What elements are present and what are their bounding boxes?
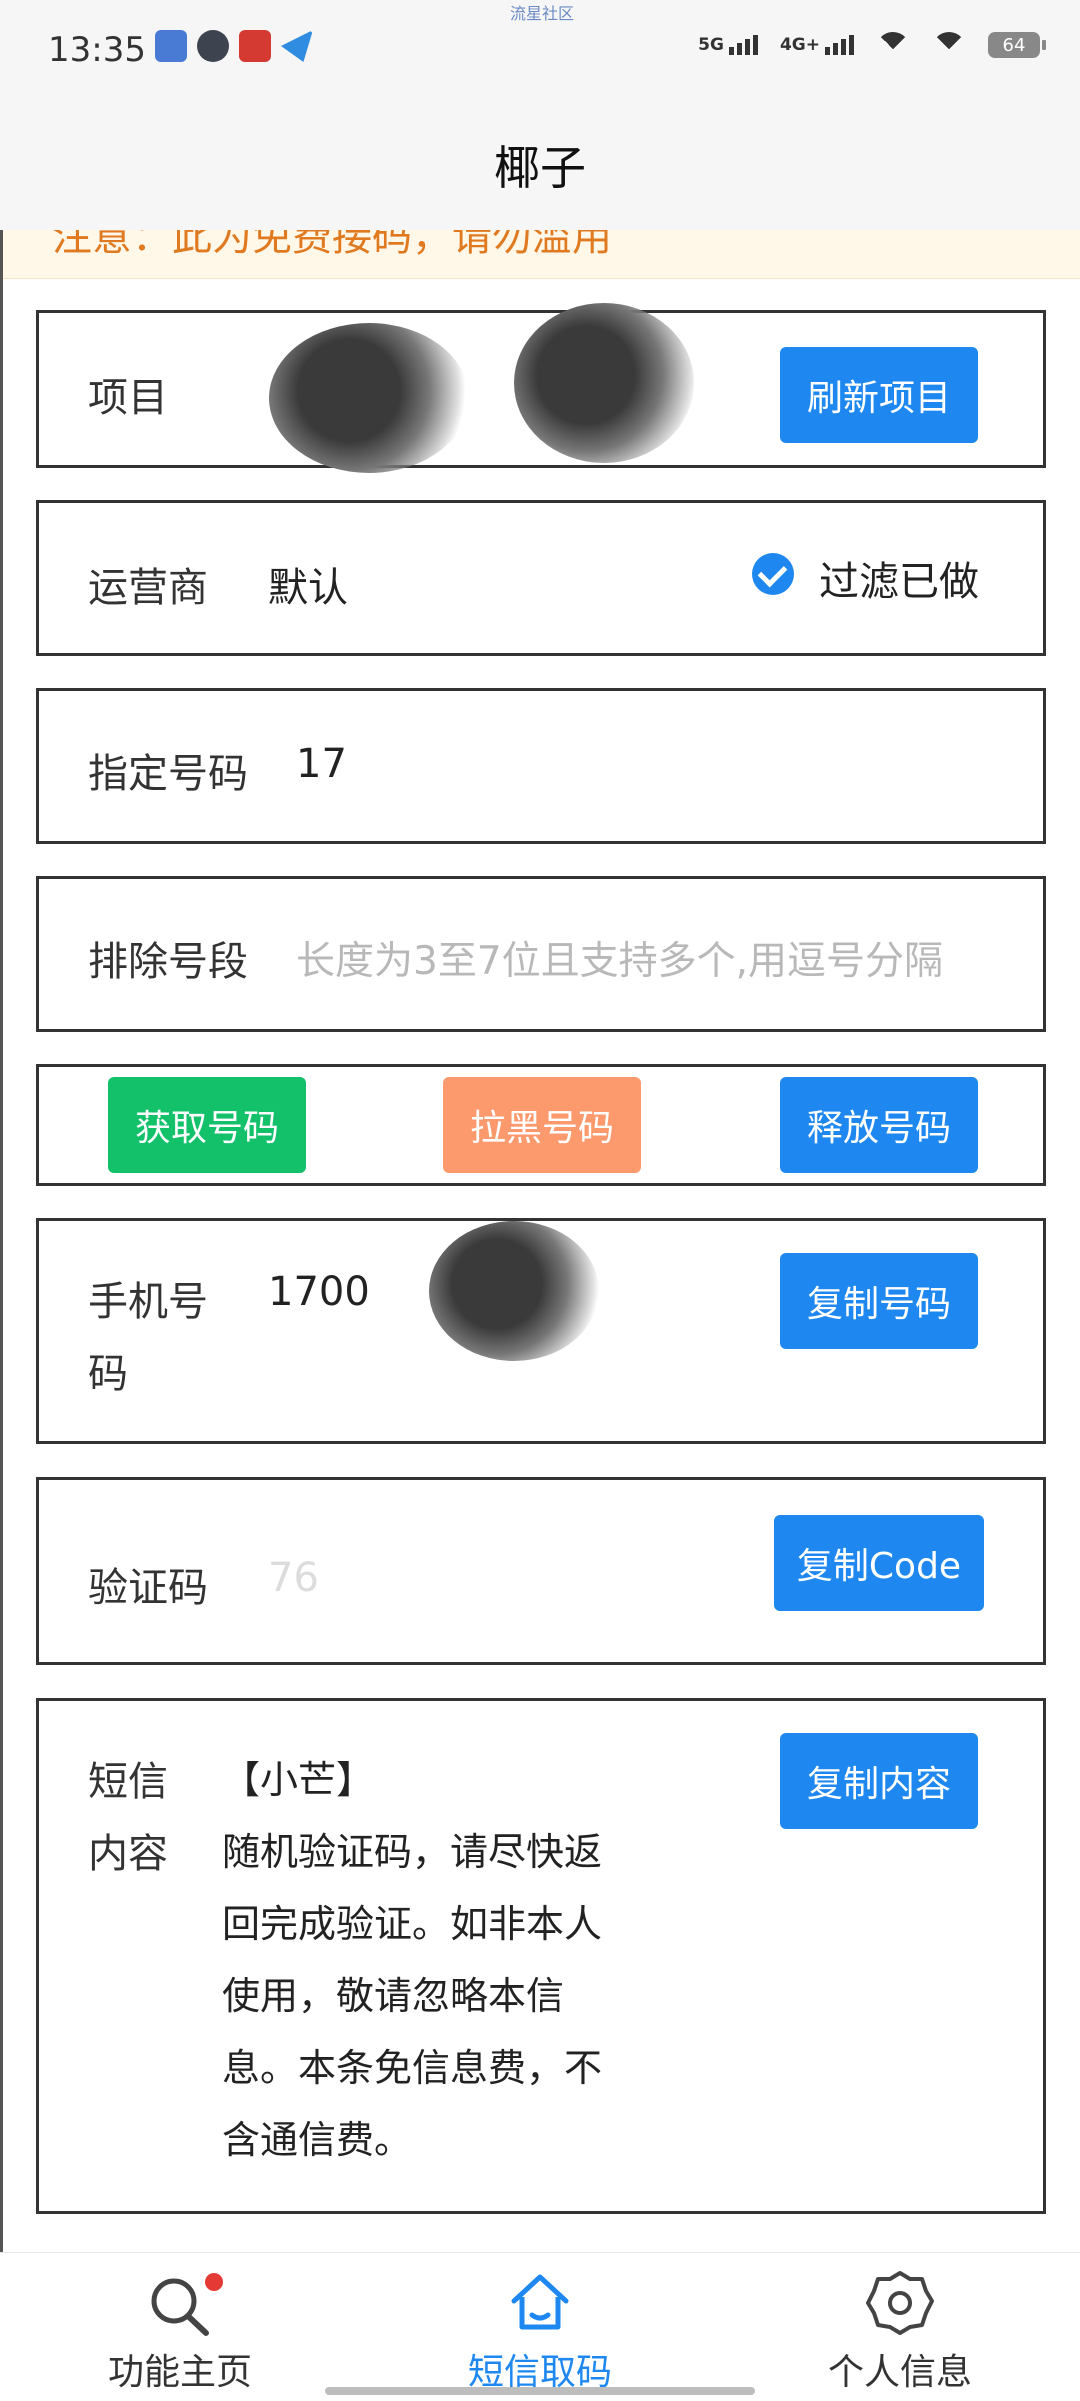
wifi-icon <box>876 32 910 66</box>
notice-text: 注意：此为免费接码，请勿滥用 <box>52 230 612 260</box>
nav-item-home[interactable]: 功能主页 <box>0 2253 360 2401</box>
get-number-button[interactable]: 获取号码 <box>108 1077 306 1173</box>
operator-label: 运营商 <box>88 565 208 611</box>
project-label: 项目 <box>88 375 168 421</box>
send-notification-icon <box>281 30 313 62</box>
status-bar: 13:35 流星社区 5G 4G+ 64 <box>0 0 1080 100</box>
sms-line: 含通信费。 <box>222 2118 413 2162</box>
battery-level: 64 <box>1002 34 1026 56</box>
phone-number-value: 1700 <box>268 1269 370 1315</box>
home-indicator[interactable] <box>325 2387 755 2395</box>
signal-4g-icon: 4G+ <box>780 35 854 55</box>
specified-number-label: 指定号码 <box>88 751 248 797</box>
sms-line: 使用，敬请忽略本信 <box>222 1974 565 2018</box>
signal-5g-label: 5G <box>698 35 724 55</box>
phone-label-line2: 码 <box>88 1351 128 1397</box>
left-border <box>0 230 3 2252</box>
battery-icon: 64 <box>988 32 1046 58</box>
nav-label: 功能主页 <box>107 2352 252 2393</box>
filter-done-label[interactable]: 过滤已做 <box>819 549 979 607</box>
action-buttons-row: 获取号码 拉黑号码 释放号码 <box>36 1064 1046 1186</box>
release-number-button[interactable]: 释放号码 <box>780 1077 978 1173</box>
refresh-project-button[interactable]: 刷新项目 <box>780 347 978 443</box>
page-title: 椰子 <box>494 141 586 195</box>
status-indicators: 5G 4G+ 64 <box>698 32 1046 66</box>
notification-icons <box>155 30 313 62</box>
sms-label-line2: 内容 <box>88 1831 168 1877</box>
wifi-icon-2 <box>932 32 966 66</box>
code-row: 验证码 76 复制Code <box>36 1477 1046 1665</box>
sms-line: 【小芒】 <box>222 1758 375 1802</box>
chat-notification-icon <box>197 30 229 62</box>
exclude-segment-input[interactable]: 长度为3至7位且支持多个,用逗号分隔 <box>296 930 943 986</box>
operator-row: 运营商 默认 过滤已做 <box>36 500 1046 656</box>
app-notification-icon <box>155 30 187 62</box>
status-time: 13:35 <box>48 30 146 70</box>
notice-banner: 注意：此为免费接码，请勿滥用 <box>0 230 1080 279</box>
sms-label-line1: 短信 <box>88 1759 168 1805</box>
phone-label-line1: 手机号 <box>88 1279 208 1325</box>
nav-item-sms[interactable]: 短信取码 <box>360 2253 720 2401</box>
nav-label: 个人信息 <box>827 2352 972 2393</box>
exclude-segment-label: 排除号段 <box>88 939 248 985</box>
copy-number-button[interactable]: 复制号码 <box>780 1253 978 1349</box>
phone-row: 手机号 码 1700 复制号码 <box>36 1218 1046 1444</box>
code-value: 76 <box>268 1555 319 1601</box>
notification-badge <box>205 2273 223 2291</box>
sms-row: 短信 内容 【小芒】 随机验证码，请尽快返 回完成验证。如非本人 使用，敬请忽略… <box>36 1698 1046 2214</box>
home-icon <box>511 2274 569 2330</box>
redacted-mark <box>429 1221 599 1361</box>
app-notification-icon-2 <box>239 30 271 62</box>
sms-line: 息。本条免信息费，不 <box>222 2046 603 2090</box>
nav-item-profile[interactable]: 个人信息 <box>720 2253 1080 2401</box>
operator-value[interactable]: 默认 <box>268 555 348 613</box>
specified-number-input[interactable]: 17 <box>296 741 347 787</box>
specified-number-row: 指定号码 17 <box>36 688 1046 844</box>
bottom-nav: 功能主页 短信取码 个人信息 <box>0 2252 1080 2401</box>
copy-code-button[interactable]: 复制Code <box>774 1515 984 1611</box>
watermark: 流星社区 <box>510 4 575 23</box>
title-bar: 椰子 <box>0 100 1080 230</box>
signal-5g-icon: 5G <box>698 35 758 55</box>
block-number-button[interactable]: 拉黑号码 <box>443 1077 641 1173</box>
filter-done-checkbox[interactable] <box>752 553 794 595</box>
signal-4g-label: 4G+ <box>779 35 820 55</box>
sms-line: 回完成验证。如非本人 <box>222 1902 603 1946</box>
sms-line: 随机验证码，请尽快返 <box>222 1830 603 1874</box>
copy-content-button[interactable]: 复制内容 <box>780 1733 978 1829</box>
project-row: 项目 刷新项目 <box>36 303 1046 473</box>
redacted-mark <box>514 303 694 463</box>
code-label: 验证码 <box>88 1565 208 1611</box>
gear-icon <box>866 2271 934 2335</box>
redacted-mark <box>269 323 469 473</box>
exclude-segment-row: 排除号段 长度为3至7位且支持多个,用逗号分隔 <box>36 876 1046 1032</box>
